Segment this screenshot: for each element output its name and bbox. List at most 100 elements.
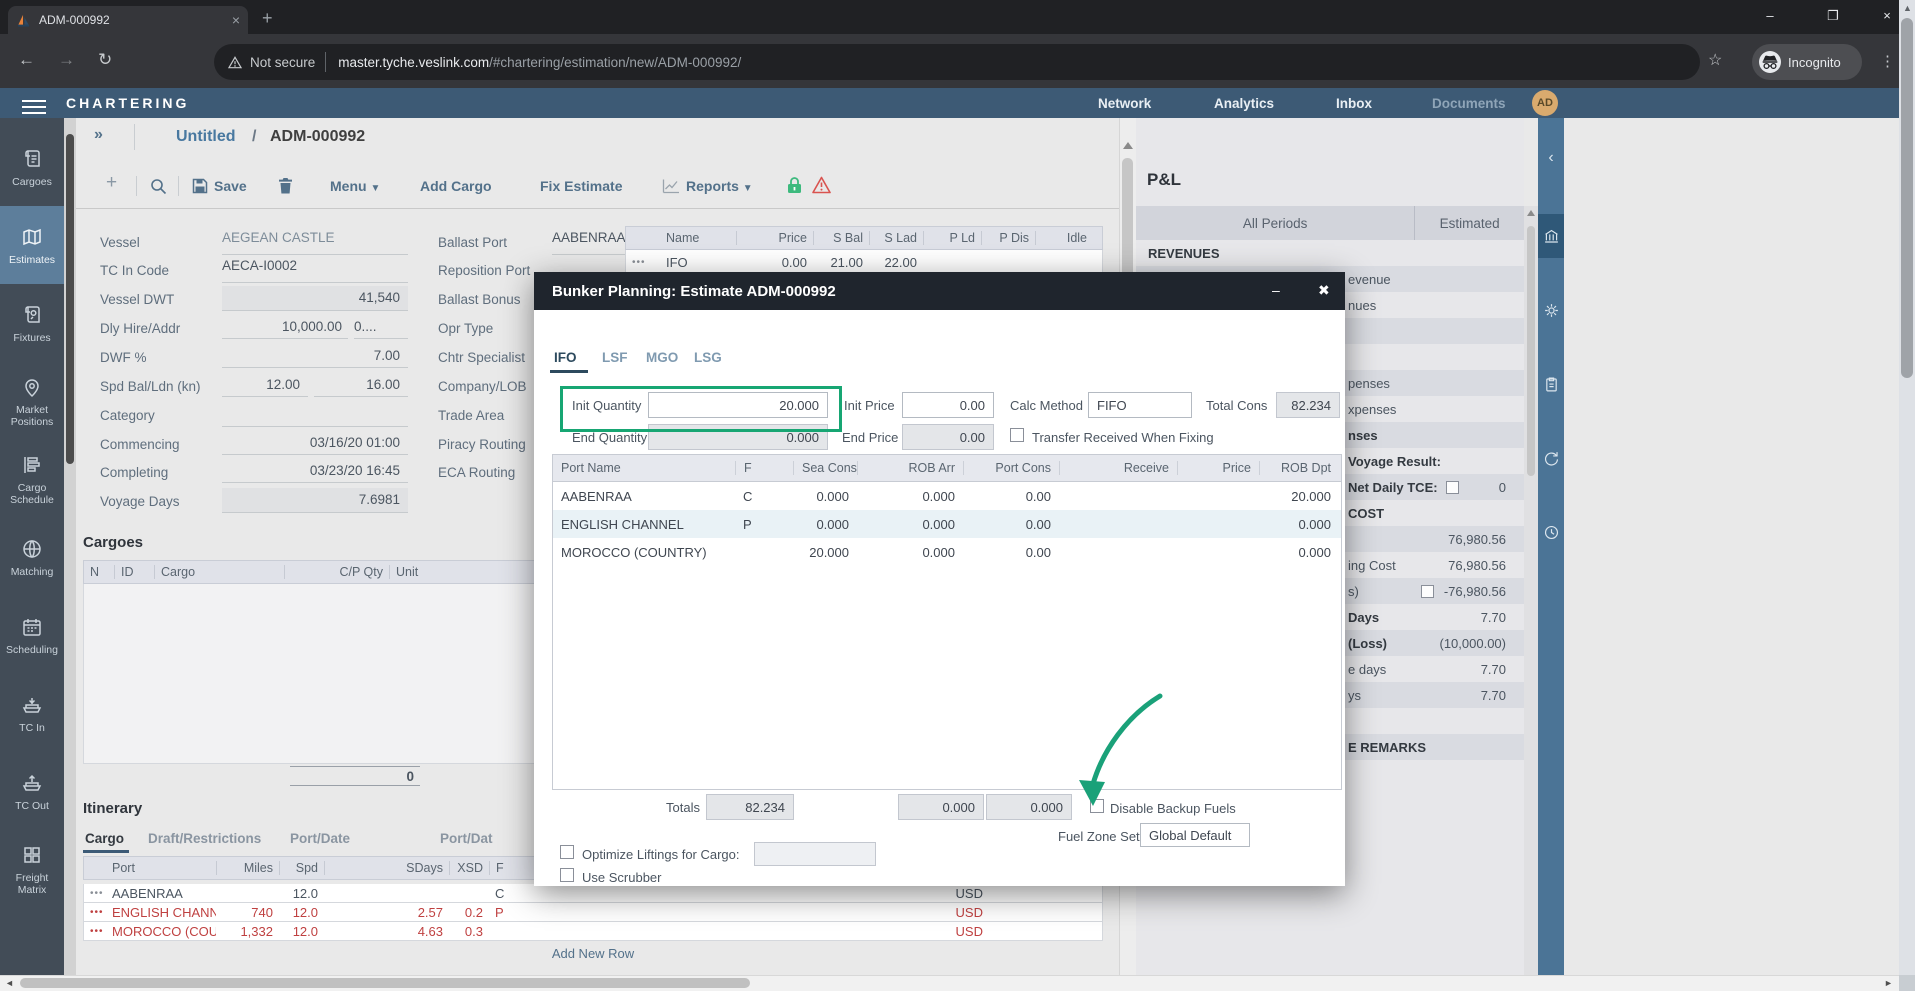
pnl-bank-icon[interactable] [1538, 214, 1564, 258]
pnl-scroll-up-icon[interactable] [1527, 210, 1535, 216]
fuel-col-sbal[interactable]: S Bal [813, 231, 869, 245]
forward-icon[interactable]: → [58, 50, 75, 70]
modal-tab-lsf[interactable]: LSF [602, 350, 628, 365]
tc-in-code-field[interactable]: AECA-I0002 [222, 258, 408, 283]
tce-checkbox[interactable] [1446, 481, 1459, 494]
cargo-col-unit[interactable]: Unit [389, 565, 449, 579]
lock-icon[interactable] [786, 176, 803, 194]
window-maximize-button[interactable]: ❐ [1818, 8, 1848, 24]
category-field[interactable] [222, 402, 408, 427]
modal-tab-ifo[interactable]: IFO [554, 350, 577, 365]
fuel-col-price[interactable]: Price [736, 231, 813, 245]
calc-method-select[interactable]: FIFO [1088, 392, 1192, 418]
sidebar-item-matching[interactable]: Matching [0, 518, 64, 596]
sidebar-item-fixtures[interactable]: Fixtures [0, 284, 64, 362]
sidebar-item-cargoes[interactable]: Cargoes [0, 128, 64, 206]
horizontal-scrollbar-thumb[interactable] [20, 978, 750, 988]
itin-col-sdays[interactable]: SDays [324, 861, 449, 875]
itin-col-f[interactable]: F [489, 861, 524, 875]
sidebar-item-freight-matrix[interactable]: Freight Matrix [0, 830, 64, 908]
scroll-right-icon[interactable]: ► [1884, 978, 1893, 988]
bunker-row-morocco[interactable]: MOROCCO (COUNTRY) 20.0000.000 0.00 0.000 [553, 538, 1341, 566]
col-port-cons[interactable]: Port Cons [963, 461, 1059, 475]
reports-button[interactable]: Reports ▼ [686, 178, 753, 194]
clipboard-icon[interactable] [1538, 366, 1564, 402]
reload-icon[interactable]: ↻ [98, 50, 112, 70]
sidebar-item-scheduling[interactable]: Scheduling [0, 596, 64, 674]
address-bar[interactable]: Not secure master.tyche.veslink.com/#cha… [214, 44, 1700, 80]
nav-network[interactable]: Network [1098, 96, 1151, 111]
row-menu-icon[interactable]: ••• [626, 257, 660, 268]
tab-close-icon[interactable]: × [232, 12, 240, 28]
collapse-panel-icon[interactable]: » [94, 126, 103, 144]
bookmark-star-icon[interactable]: ☆ [1708, 50, 1722, 70]
row-menu-icon[interactable]: ••• [84, 926, 106, 937]
col-f[interactable]: F [735, 461, 793, 475]
pnl-scrollbar-thumb[interactable] [1527, 226, 1535, 476]
dwf-field[interactable]: 7.00 [222, 344, 408, 368]
window-scrollbar-thumb[interactable] [1901, 18, 1913, 378]
itinerary-tab-draft[interactable]: Draft/Restrictions [148, 831, 261, 846]
sidebar-item-tc-out[interactable]: TC Out [0, 752, 64, 830]
optimize-liftings-checkbox[interactable] [560, 845, 574, 859]
window-close-button[interactable]: × [1872, 8, 1902, 23]
nav-analytics[interactable]: Analytics [1214, 96, 1274, 111]
fuel-col-idle[interactable]: Idle [1035, 231, 1093, 245]
use-scrubber-checkbox[interactable] [560, 868, 574, 882]
browser-tab[interactable]: ADM-000992 × [8, 6, 248, 34]
cargo-col-n[interactable]: N [84, 565, 114, 579]
cargo-col-qty[interactable]: C/P Qty [284, 565, 389, 579]
commencing-field[interactable]: 03/16/20 01:00 [222, 431, 408, 455]
modal-tab-mgo[interactable]: MGO [646, 350, 678, 365]
pnl-col-all-periods[interactable]: All Periods [1136, 206, 1414, 240]
completing-field[interactable]: 03/23/20 16:45 [222, 459, 408, 483]
addr-comm-field[interactable]: 0.... [354, 315, 408, 339]
settings-gear-icon[interactable] [1538, 292, 1564, 328]
itinerary-tab-cargo[interactable]: Cargo [85, 831, 124, 846]
save-icon[interactable] [192, 178, 208, 194]
cargo-col-cargo[interactable]: Cargo [154, 565, 284, 579]
itinerary-row-1[interactable]: ••• AABENRAA 12.0 C USD [83, 884, 1103, 903]
add-new-row-button[interactable]: Add New Row [83, 946, 1103, 961]
window-minimize-button[interactable]: – [1755, 8, 1785, 23]
fuel-zone-select[interactable]: Global Default [1140, 823, 1250, 847]
delete-icon[interactable] [278, 177, 293, 194]
warning-icon[interactable] [812, 176, 831, 194]
nav-documents[interactable]: Documents [1432, 96, 1506, 111]
user-avatar[interactable]: AD [1532, 90, 1558, 116]
fuel-col-slad[interactable]: S Lad [869, 231, 923, 245]
new-tab-button[interactable]: + [262, 8, 273, 29]
spd-laden-field[interactable]: 16.00 [314, 373, 408, 397]
fuel-col-pld[interactable]: P Ld [923, 231, 981, 245]
menu-button[interactable]: Menu ▼ [330, 178, 380, 194]
add-icon[interactable]: + [106, 172, 117, 194]
row-menu-icon[interactable]: ••• [84, 888, 106, 899]
dly-hire-field[interactable]: 10,000.00 [222, 315, 348, 339]
col-rob-dpt[interactable]: ROB Dpt [1259, 461, 1339, 475]
cargo-col-id[interactable]: ID [114, 565, 154, 579]
estimate-name[interactable]: Untitled [176, 128, 236, 146]
itin-col-spd[interactable]: Spd [279, 861, 324, 875]
modal-title-bar[interactable]: Bunker Planning: Estimate ADM-000992 [534, 272, 1345, 310]
bunker-row-aabenraa[interactable]: AABENRAAC 0.0000.000 0.00 20.000 [553, 482, 1341, 510]
refresh-icon[interactable] [1538, 440, 1564, 476]
pnl-col-estimated[interactable]: Estimated [1414, 206, 1524, 240]
itin-col-xsd[interactable]: XSD [449, 861, 489, 875]
sidebar-item-market-positions[interactable]: Market Positions [0, 362, 64, 440]
itin-col-port[interactable]: Port [106, 861, 216, 875]
scroll-up-icon[interactable]: ▲ [1903, 3, 1912, 13]
search-icon[interactable] [150, 178, 167, 195]
sidebar-item-tc-in[interactable]: TC In [0, 674, 64, 752]
collapse-right-icon[interactable]: ‹ [1538, 140, 1564, 176]
nav-inbox[interactable]: Inbox [1336, 96, 1372, 111]
scroll-left-icon[interactable]: ◄ [5, 978, 14, 988]
sidebar-scrollbar-thumb[interactable] [66, 134, 74, 464]
itinerary-row-3[interactable]: ••• MOROCCO (COUNTRY 1,332 12.0 4.63 0.3… [83, 922, 1103, 941]
row-menu-icon[interactable]: ••• [84, 907, 106, 918]
fuel-col-pdis[interactable]: P Dis [981, 231, 1035, 245]
clock-icon[interactable] [1538, 514, 1564, 550]
not-secure-label[interactable]: Not secure [250, 55, 315, 70]
back-icon[interactable]: ← [18, 50, 35, 70]
hamburger-menu-icon[interactable] [22, 96, 46, 118]
col-port-name[interactable]: Port Name [553, 461, 735, 475]
